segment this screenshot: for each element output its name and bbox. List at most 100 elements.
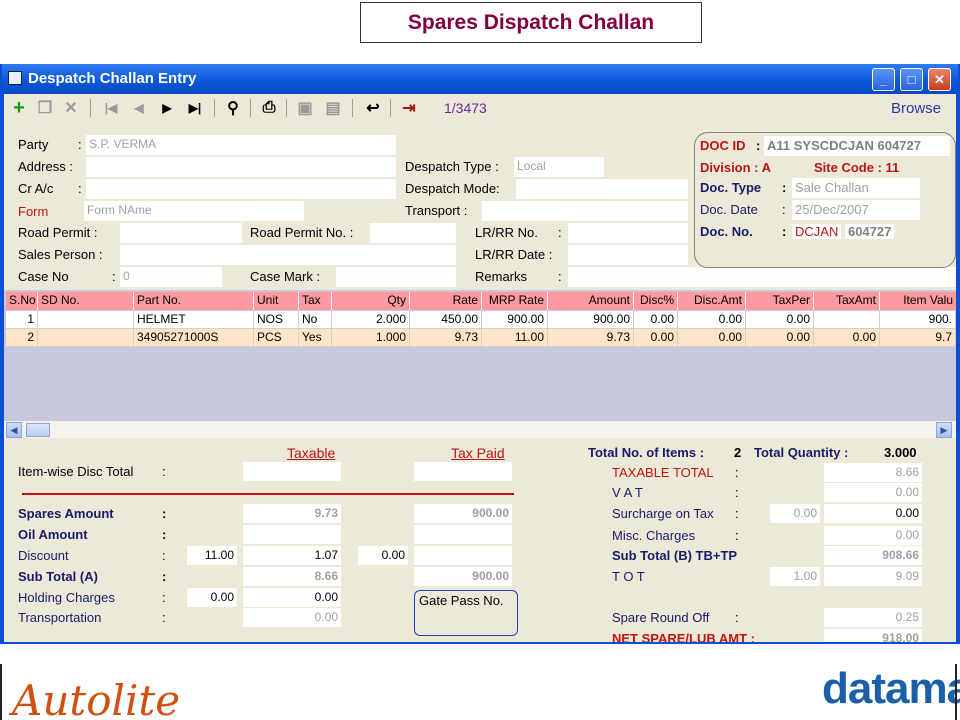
table-cell[interactable]: PCS bbox=[254, 329, 299, 347]
cr-ac-field[interactable] bbox=[86, 179, 396, 199]
lr-no-field[interactable] bbox=[568, 223, 688, 243]
table-cell[interactable]: 0.00 bbox=[746, 311, 814, 329]
remarks-field[interactable] bbox=[568, 267, 956, 287]
scroll-thumb[interactable] bbox=[26, 423, 50, 437]
discount-taxpaid-pct[interactable]: 0.00 bbox=[358, 546, 408, 565]
gate-pass-box[interactable]: Gate Pass No. bbox=[414, 590, 518, 636]
misc-value[interactable]: 0.00 bbox=[824, 526, 922, 545]
sales-person-field[interactable] bbox=[120, 245, 456, 265]
grid-horizontal-scrollbar[interactable]: ◀ ▶ bbox=[4, 420, 956, 438]
address-field[interactable] bbox=[86, 157, 396, 177]
lr-date-field[interactable] bbox=[568, 245, 688, 265]
col-taxamt[interactable]: TaxAmt bbox=[814, 292, 880, 310]
table-cell[interactable]: 0.00 bbox=[678, 311, 746, 329]
table-cell[interactable] bbox=[38, 329, 134, 347]
table-cell[interactable]: 34905271000S bbox=[134, 329, 254, 347]
doc-date-field[interactable]: 25/Dec/2007 bbox=[792, 200, 920, 220]
col-tax[interactable]: Tax bbox=[299, 292, 332, 310]
case-no-label: Case No bbox=[18, 269, 69, 284]
table-cell[interactable]: 0.00 bbox=[746, 329, 814, 347]
table-cell[interactable]: 0.00 bbox=[678, 329, 746, 347]
surcharge-pct-field[interactable]: 0.00 bbox=[770, 504, 820, 523]
col-item-value[interactable]: Item Valu bbox=[880, 292, 956, 310]
save-icon[interactable]: ▣ bbox=[294, 96, 316, 120]
table-cell[interactable]: NOS bbox=[254, 311, 299, 329]
road-permit-field[interactable] bbox=[120, 223, 242, 243]
transport-field[interactable] bbox=[482, 201, 688, 221]
first-record-icon[interactable]: |◀ bbox=[100, 96, 122, 120]
table-cell[interactable]: 2.000 bbox=[332, 311, 410, 329]
table-cell[interactable]: 900.00 bbox=[548, 311, 634, 329]
table-row[interactable]: 1 HELMET NOS No 2.000 450.00 900.00 900.00 0.00 0… bbox=[6, 311, 956, 329]
col-mrp-rate[interactable]: MRP Rate bbox=[482, 292, 548, 310]
col-disc-pct[interactable]: Disc% bbox=[634, 292, 678, 310]
table-cell[interactable]: 450.00 bbox=[410, 311, 482, 329]
col-taxper[interactable]: TaxPer bbox=[746, 292, 814, 310]
table-cell[interactable]: 1.000 bbox=[332, 329, 410, 347]
table-cell[interactable]: HELMET bbox=[134, 311, 254, 329]
window-titlebar[interactable]: Despatch Challan Entry _ □ ✕ bbox=[2, 64, 958, 94]
col-amount[interactable]: Amount bbox=[548, 292, 634, 310]
despatch-mode-field[interactable] bbox=[516, 179, 688, 199]
col-disc-amt[interactable]: Disc.Amt bbox=[678, 292, 746, 310]
table-cell[interactable]: 1 bbox=[6, 311, 38, 329]
table-cell[interactable]: 0.00 bbox=[634, 311, 678, 329]
total-qty-value: 3.000 bbox=[884, 445, 917, 460]
despatch-type-field[interactable]: Local bbox=[514, 157, 604, 177]
print-icon[interactable]: ⎙ bbox=[258, 96, 280, 120]
table-cell[interactable]: 0.00 bbox=[634, 329, 678, 347]
maximize-icon[interactable]: □ bbox=[900, 68, 923, 91]
discount-pct-field[interactable]: 11.00 bbox=[187, 546, 237, 565]
col-part-no[interactable]: Part No. bbox=[134, 292, 254, 310]
col-unit[interactable]: Unit bbox=[254, 292, 299, 310]
scroll-right-icon[interactable]: ▶ bbox=[936, 422, 952, 438]
table-row[interactable]: 2 34905271000S PCS Yes 1.000 9.73 11.00 9.73 0.0… bbox=[6, 329, 956, 347]
table-cell[interactable] bbox=[814, 311, 880, 329]
form-field[interactable]: Form NAme bbox=[84, 201, 304, 221]
table-cell[interactable] bbox=[38, 311, 134, 329]
road-permit-no-field[interactable] bbox=[370, 223, 456, 243]
table-cell[interactable]: 900. bbox=[880, 311, 956, 329]
misc-label: Misc. Charges bbox=[612, 528, 696, 543]
holding-pct-field[interactable]: 0.00 bbox=[187, 588, 237, 607]
browse-link[interactable]: Browse bbox=[891, 100, 941, 117]
table-cell[interactable]: 900.00 bbox=[482, 311, 548, 329]
col-qty[interactable]: Qty bbox=[332, 292, 410, 310]
last-record-icon[interactable]: ▶| bbox=[184, 96, 206, 120]
table-cell[interactable]: 0.00 bbox=[814, 329, 880, 347]
tot-pct-field[interactable]: 1.00 bbox=[770, 567, 820, 586]
subtotal-a-label: Sub Total (A) bbox=[18, 569, 98, 584]
previous-record-icon[interactable]: ◀ bbox=[128, 96, 150, 120]
taxable-total-colon: : bbox=[735, 465, 739, 480]
table-cell[interactable]: 9.7 bbox=[880, 329, 956, 347]
table-cell[interactable]: 9.73 bbox=[410, 329, 482, 347]
scroll-left-icon[interactable]: ◀ bbox=[6, 422, 22, 438]
oil-taxable bbox=[243, 525, 341, 544]
delete-icon[interactable]: ✕ bbox=[60, 96, 82, 120]
table-cell[interactable]: 11.00 bbox=[482, 329, 548, 347]
cancel-icon[interactable]: ▤ bbox=[322, 96, 344, 120]
col-sno[interactable]: S.No bbox=[6, 292, 38, 310]
misc-colon: : bbox=[735, 528, 739, 543]
case-no-field[interactable]: 0 bbox=[120, 267, 222, 287]
find-icon[interactable]: ⚲ bbox=[222, 96, 244, 120]
item-disc-taxable[interactable] bbox=[243, 462, 341, 481]
table-cell[interactable]: 2 bbox=[6, 329, 38, 347]
table-cell[interactable]: 9.73 bbox=[548, 329, 634, 347]
toolbar-separator bbox=[214, 99, 215, 117]
item-disc-taxpaid[interactable] bbox=[414, 462, 512, 481]
exit-icon[interactable]: ⇥ bbox=[398, 96, 420, 120]
add-icon[interactable]: + bbox=[8, 96, 30, 120]
col-sd-no[interactable]: SD No. bbox=[38, 292, 134, 310]
close-icon[interactable]: ✕ bbox=[928, 68, 951, 91]
undo-icon[interactable]: ↩ bbox=[362, 96, 384, 120]
col-rate[interactable]: Rate bbox=[410, 292, 482, 310]
next-record-icon[interactable]: ▶ bbox=[156, 96, 178, 120]
table-cell[interactable]: No bbox=[299, 311, 332, 329]
party-field[interactable]: S.P. VERMA bbox=[86, 135, 396, 155]
table-cell[interactable]: Yes bbox=[299, 329, 332, 347]
copy-icon[interactable]: ❐ bbox=[34, 96, 56, 120]
case-mark-field[interactable] bbox=[336, 267, 456, 287]
minimize-icon[interactable]: _ bbox=[872, 68, 895, 91]
doc-id-label: DOC ID bbox=[700, 138, 746, 153]
